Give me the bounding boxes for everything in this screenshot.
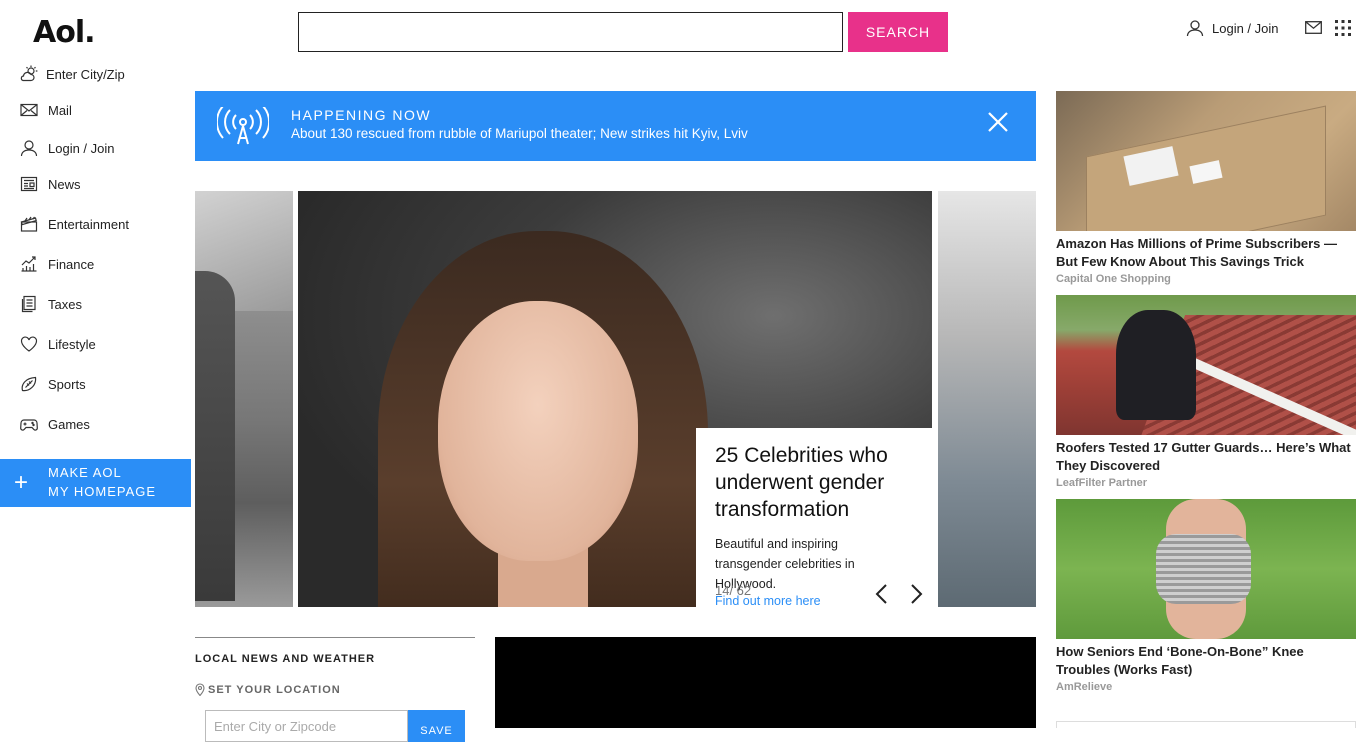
sidebar-item-login[interactable]: Login / Join xyxy=(20,139,115,157)
next-slide-image[interactable] xyxy=(938,191,1036,607)
ad-sponsor: Capital One Shopping xyxy=(1056,273,1171,285)
ad-headline: Amazon Has Millions of Prime Subscribers… xyxy=(1056,236,1338,269)
heart-icon xyxy=(20,336,38,352)
sidebar-item-entertainment[interactable]: Entertainment xyxy=(20,215,129,233)
apps-grid-button[interactable] xyxy=(1335,20,1351,41)
sidebar-item-weather[interactable]: Enter City/Zip xyxy=(20,65,125,83)
header-mail-button[interactable] xyxy=(1305,21,1322,39)
ad-image xyxy=(1056,499,1356,639)
aol-logo[interactable]: Aol. xyxy=(33,15,96,50)
sidebar-item-label: Games xyxy=(48,416,90,432)
plus-icon: + xyxy=(14,469,29,496)
mail-icon xyxy=(1305,21,1322,34)
apps-grid-icon xyxy=(1335,20,1351,36)
sidebar-item-finance[interactable]: Finance xyxy=(20,255,94,273)
make-aol-homepage-button[interactable]: + MAKE AOL MY HOMEPAGE xyxy=(0,459,191,507)
sidebar-item-sports[interactable]: Sports xyxy=(20,375,86,393)
happening-now-headline[interactable]: About 130 rescued from rubble of Mariupo… xyxy=(291,126,748,141)
happening-now-banner[interactable]: HAPPENING NOW About 130 rescued from rub… xyxy=(195,91,1036,161)
ad-image xyxy=(1056,91,1356,231)
news-icon xyxy=(20,176,38,192)
slide-caption-card: 25 Celebrities who underwent gender tran… xyxy=(696,428,938,607)
previous-slide-image[interactable] xyxy=(195,191,293,607)
ad-card[interactable]: Amazon Has Millions of Prime Subscribers… xyxy=(1056,91,1356,285)
mail-icon xyxy=(20,103,38,117)
chevron-left-icon[interactable] xyxy=(874,583,890,605)
sidebar-item-label: Taxes xyxy=(48,296,82,312)
football-icon xyxy=(21,376,37,392)
ad-sponsor: AmRelieve xyxy=(1056,681,1113,693)
slideshow: 25 Celebrities who underwent gender tran… xyxy=(195,191,1036,607)
sidebar-item-label: News xyxy=(48,176,81,192)
find-out-more-link[interactable]: Find out more here xyxy=(715,594,821,607)
sidebar-item-mail[interactable]: Mail xyxy=(20,101,72,119)
sidebar-item-taxes[interactable]: Taxes xyxy=(20,295,82,313)
ad-headline: Roofers Tested 17 Gutter Guards… Here’s … xyxy=(1056,440,1351,473)
clapper-icon xyxy=(20,216,38,232)
video-player[interactable] xyxy=(495,637,1036,728)
ad-image xyxy=(1056,295,1356,435)
set-location-link[interactable]: SET YOUR LOCATION xyxy=(195,683,341,696)
happening-now-label: HAPPENING NOW xyxy=(291,107,432,123)
sidebar-item-label: Enter City/Zip xyxy=(46,66,125,82)
location-pin-icon xyxy=(195,683,205,696)
header-login-link[interactable]: Login / Join xyxy=(1186,19,1279,37)
ad-card-partial[interactable] xyxy=(1056,721,1356,728)
sidebar-item-news[interactable]: News xyxy=(20,175,81,193)
broadcast-antenna-icon xyxy=(217,107,269,145)
sidebar-item-label: Entertainment xyxy=(48,216,129,232)
chevron-right-icon[interactable] xyxy=(908,583,924,605)
ad-card[interactable]: Roofers Tested 17 Gutter Guards… Here’s … xyxy=(1056,295,1356,489)
ad-sponsor: LeafFilter Partner xyxy=(1056,477,1148,489)
document-icon xyxy=(21,295,36,313)
slide-title[interactable]: 25 Celebrities who underwent gender tran… xyxy=(715,442,925,523)
sidebar-item-label: Mail xyxy=(48,102,72,118)
set-location-label: SET YOUR LOCATION xyxy=(208,683,341,696)
ad-headline: How Seniors End ‘Bone-On-Bone” Knee Trou… xyxy=(1056,644,1304,677)
make-home-label-1: MAKE AOL xyxy=(48,465,122,480)
save-location-button[interactable]: SAVE xyxy=(408,710,465,742)
sidebar-item-label: Login / Join xyxy=(48,140,115,156)
search-button[interactable]: SEARCH xyxy=(848,12,948,52)
header-login-label: Login / Join xyxy=(1212,20,1279,36)
sidebar-item-label: Finance xyxy=(48,256,95,272)
sidebar-item-lifestyle[interactable]: Lifestyle xyxy=(20,335,96,353)
weather-icon xyxy=(20,65,38,82)
make-home-label-2: MY HOMEPAGE xyxy=(48,484,157,499)
local-news-title: LOCAL NEWS AND WEATHER xyxy=(195,653,376,665)
sidebar-item-label: Sports xyxy=(48,376,86,392)
ad-card[interactable]: How Seniors End ‘Bone-On-Bone” Knee Trou… xyxy=(1056,499,1356,693)
location-input[interactable] xyxy=(205,710,408,742)
search-input[interactable] xyxy=(298,12,843,52)
divider xyxy=(195,637,475,638)
close-icon[interactable] xyxy=(987,111,1009,133)
sidebar-item-label: Lifestyle xyxy=(48,336,96,352)
chart-icon xyxy=(21,256,37,272)
user-icon xyxy=(20,140,38,157)
sidebar-item-games[interactable]: Games xyxy=(20,415,90,433)
user-icon xyxy=(1186,20,1204,37)
gamepad-icon xyxy=(20,419,38,431)
